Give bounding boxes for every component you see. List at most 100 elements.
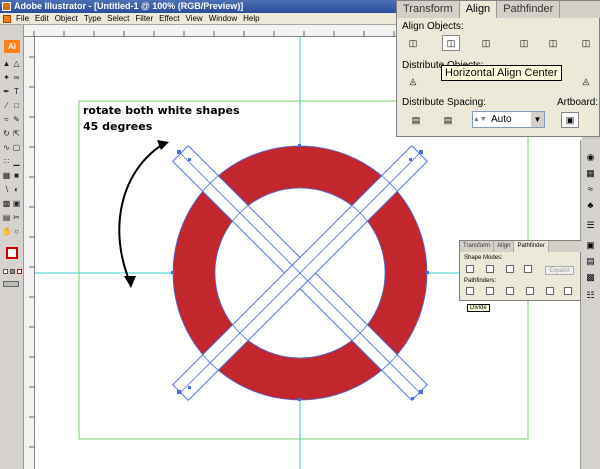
distribute-top-icon[interactable]: ◬ xyxy=(404,73,422,89)
hand-icon[interactable]: ✋ xyxy=(2,227,12,236)
menu-select[interactable]: Select xyxy=(107,14,129,23)
eyedropper-icon[interactable]: ∖ xyxy=(2,185,11,194)
menu-edit[interactable]: Edit xyxy=(35,14,49,23)
shape-modes-label: Shape Modes: xyxy=(464,255,503,261)
menu-file[interactable]: File xyxy=(16,14,29,23)
pf-tab-pathfinder[interactable]: Pathfinder xyxy=(514,241,549,252)
align-tooltip: Horizontal Align Center xyxy=(441,65,562,81)
menu-help[interactable]: Help xyxy=(243,14,259,23)
vertical-align-center-icon[interactable]: ◫ xyxy=(544,35,562,51)
exclude-icon[interactable] xyxy=(524,265,532,273)
live-paint-icon[interactable]: ▩ xyxy=(2,199,11,208)
type-icon[interactable]: T xyxy=(12,87,21,96)
merge-icon[interactable] xyxy=(506,287,514,295)
vertical-distribute-space-icon[interactable]: ▤ xyxy=(407,112,425,128)
zoom-icon[interactable]: ○ xyxy=(12,227,21,236)
pathfinder-icon[interactable]: ▩ xyxy=(585,272,596,283)
chevron-down-icon[interactable]: ▼ xyxy=(531,112,544,127)
distribute-spacing-select[interactable]: ▲▼ Auto ▼ xyxy=(472,111,545,128)
intersect-icon[interactable] xyxy=(506,265,514,273)
align-panel-tabs: Transform Align Pathfinder xyxy=(397,1,600,18)
annotation-line-1: rotate both white shapes xyxy=(83,104,240,117)
gradient-icon[interactable]: ■ xyxy=(12,171,21,180)
arrow-head-top xyxy=(157,140,169,150)
tab-pathfinder[interactable]: Pathfinder xyxy=(497,1,561,18)
brush-icon[interactable]: ≈ xyxy=(2,115,11,124)
minus-front-icon[interactable] xyxy=(486,265,494,273)
menu-object[interactable]: Object xyxy=(55,14,78,23)
blend-icon[interactable]: ◐ xyxy=(12,185,21,194)
align-to-artboard-icon[interactable]: ▣ xyxy=(561,112,579,128)
spacing-stepper-icon[interactable]: ▲▼ xyxy=(473,112,487,127)
free-transform-icon[interactable]: ▢ xyxy=(12,143,21,152)
scale-icon[interactable]: ⇱ xyxy=(12,129,21,138)
none-mode-icon[interactable] xyxy=(17,269,22,274)
crop-pathfinder-icon[interactable] xyxy=(526,287,534,295)
menu-effect[interactable]: Effect xyxy=(159,14,179,23)
menu-view[interactable]: View xyxy=(185,14,202,23)
window-title: Adobe Illustrator - [Untitled-1 @ 100% (… xyxy=(14,1,244,11)
symbol-sprayer-icon[interactable]: ∷ xyxy=(2,157,11,166)
ruler-ticks-vertical xyxy=(29,56,35,448)
slice-icon[interactable]: ▤ xyxy=(2,213,11,222)
symbols-icon[interactable]: ♣ xyxy=(585,200,596,211)
divide-tooltip: Divide xyxy=(467,304,490,312)
spacing-value: Auto xyxy=(491,114,512,125)
scissors-icon[interactable]: ✂ xyxy=(12,213,21,222)
outline-icon[interactable] xyxy=(546,287,554,295)
menu-window[interactable]: Window xyxy=(209,14,237,23)
vertical-align-top-icon[interactable]: ◫ xyxy=(515,35,533,51)
swatches-icon[interactable]: ▦ xyxy=(585,168,596,179)
magic-wand-icon[interactable]: ✦ xyxy=(2,73,11,82)
pf-tab-transform[interactable]: Transform xyxy=(460,241,495,252)
horizontal-align-center-icon[interactable]: ◫ xyxy=(442,35,460,51)
crop-icon[interactable]: ▣ xyxy=(12,199,21,208)
selection-tool-icon[interactable]: ▲ xyxy=(2,59,11,68)
menu-items: File Edit Object Type Select Filter Effe… xyxy=(16,14,260,23)
horizontal-align-right-icon[interactable]: ◫ xyxy=(477,35,495,51)
screen-mode-icon[interactable] xyxy=(3,281,19,287)
expand-button[interactable]: Expand xyxy=(545,266,574,275)
trim-icon[interactable] xyxy=(486,287,494,295)
graph-icon[interactable]: ▁ xyxy=(12,157,21,166)
mesh-icon[interactable]: ▦ xyxy=(2,171,11,180)
instruction-annotation: rotate both white shapes 45 degrees xyxy=(83,103,240,135)
unite-icon[interactable] xyxy=(466,265,474,273)
color-mode-icon[interactable] xyxy=(3,269,8,274)
tools-panel: Ai ▲ △ ✦ ∞ ✒ T ∕ □ ≈ ✎ ↻ ⇱ ∿ ▢ ∷ ▁ ▦ ■ ∖… xyxy=(0,25,24,469)
layers-icon[interactable]: ☷ xyxy=(585,290,596,301)
stroke-icon[interactable]: ☰ xyxy=(585,220,596,231)
rotate-icon[interactable]: ↻ xyxy=(2,129,11,138)
pencil-icon[interactable]: ✎ xyxy=(12,115,21,124)
menu-filter[interactable]: Filter xyxy=(135,14,153,23)
direct-selection-icon[interactable]: △ xyxy=(12,59,21,68)
gradient-mode-icon[interactable] xyxy=(10,269,15,274)
arrow-head-bottom xyxy=(124,276,136,288)
transform-icon[interactable]: ▣ xyxy=(585,240,596,251)
annotation-line-2: 45 degrees xyxy=(83,120,153,133)
tab-transform[interactable]: Transform xyxy=(397,1,460,18)
fill-stroke-icon[interactable] xyxy=(6,247,18,259)
vertical-ruler[interactable] xyxy=(24,37,35,469)
pathfinder-panel-tabs: Transform Align Pathfinder xyxy=(460,241,582,252)
horizontal-align-left-icon[interactable]: ◫ xyxy=(404,35,422,51)
distribute-right-icon[interactable]: ◬ xyxy=(577,73,595,89)
vertical-align-bottom-icon[interactable]: ◫ xyxy=(577,35,595,51)
warp-icon[interactable]: ∿ xyxy=(2,143,11,152)
menu-type[interactable]: Type xyxy=(84,14,101,23)
tab-align[interactable]: Align xyxy=(459,1,498,18)
document-icon[interactable] xyxy=(3,15,11,23)
divide-icon[interactable] xyxy=(466,287,474,295)
color-guide-icon[interactable]: ◉ xyxy=(585,152,596,163)
align-icon[interactable]: ▤ xyxy=(585,256,596,267)
pf-tab-align[interactable]: Align xyxy=(494,241,515,252)
pen-icon[interactable]: ✒ xyxy=(2,87,11,96)
rectangle-icon[interactable]: □ xyxy=(12,101,21,110)
distribute-spacing-label: Distribute Spacing: xyxy=(402,97,486,108)
line-icon[interactable]: ∕ xyxy=(2,101,11,110)
lasso-icon[interactable]: ∞ xyxy=(12,73,21,82)
minus-back-icon[interactable] xyxy=(564,287,572,295)
brushes-icon[interactable]: ≈ xyxy=(585,184,596,195)
artboard-label: Artboard: xyxy=(557,97,599,108)
horizontal-distribute-space-icon[interactable]: ▤ xyxy=(439,112,457,128)
